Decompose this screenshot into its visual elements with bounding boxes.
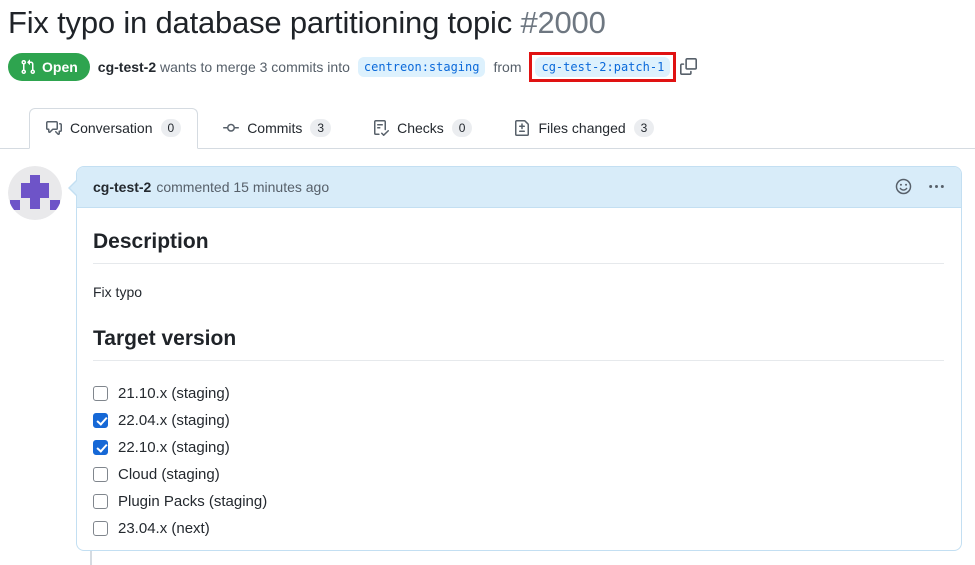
task-item[interactable]: Plugin Packs (staging) (93, 488, 944, 515)
version-checkbox-cloud[interactable] (93, 467, 108, 482)
comment-discussion-icon (46, 120, 62, 136)
pr-number: #2000 (520, 5, 605, 40)
pr-state-badge: Open (8, 53, 90, 81)
task-item[interactable]: 22.10.x (staging) (93, 434, 944, 461)
base-branch-label: centreon:staging (358, 57, 486, 77)
tab-commits[interactable]: Commits 3 (206, 108, 348, 149)
version-label: 22.10.x (staging) (118, 439, 230, 456)
timeline-line (90, 551, 92, 565)
description-text: Fix typo (93, 284, 944, 300)
pr-title-text: Fix typo in database partitioning topic (8, 5, 512, 40)
version-checkbox-22-10[interactable] (93, 440, 108, 455)
comment-options-button[interactable] (928, 178, 945, 195)
copy-icon (680, 58, 697, 75)
kebab-horizontal-icon (928, 178, 945, 195)
tab-conversation-count: 0 (161, 119, 182, 137)
head-branch-label: cg-test-2:patch-1 (535, 57, 670, 77)
version-checkbox-21-10[interactable] (93, 386, 108, 401)
tab-conversation[interactable]: Conversation 0 (29, 108, 198, 149)
version-checkbox-23-04[interactable] (93, 521, 108, 536)
task-item[interactable]: 22.04.x (staging) (93, 407, 944, 434)
smiley-icon (895, 178, 912, 195)
from-text: from (493, 59, 521, 75)
tab-files-changed-label: Files changed (538, 119, 625, 138)
version-checkbox-plugin-packs[interactable] (93, 494, 108, 509)
version-label: 21.10.x (staging) (118, 385, 230, 402)
comment-header-actions (895, 178, 945, 195)
avatar[interactable] (8, 166, 62, 220)
pr-action-text: wants to merge 3 commits into (160, 59, 350, 75)
task-item[interactable]: 21.10.x (staging) (93, 380, 944, 407)
pr-state-label: Open (42, 59, 78, 75)
tab-files-changed[interactable]: Files changed 3 (497, 108, 671, 149)
pr-author[interactable]: cg-test-2 (98, 59, 156, 75)
tab-checks-label: Checks (397, 119, 444, 138)
tab-checks[interactable]: Checks 0 (356, 108, 489, 149)
comment-timestamp: commented 15 minutes ago (156, 177, 329, 197)
checklist-icon (373, 120, 389, 136)
pr-title: Fix typo in database partitioning topic … (8, 4, 965, 43)
copy-branch-button[interactable] (680, 58, 697, 75)
comment-header: cg-test-2 commented 15 minutes ago (77, 167, 961, 208)
pr-tab-nav: Conversation 0 Commits 3 Checks 0 Files … (0, 107, 975, 149)
timeline: cg-test-2 commented 15 minutes ago (0, 166, 975, 551)
pr-meta-row: Open cg-test-2 wants to merge 3 commits … (8, 52, 965, 82)
version-label: 23.04.x (next) (118, 520, 210, 537)
tab-commits-count: 3 (310, 119, 331, 137)
tab-commits-label: Commits (247, 119, 302, 138)
pr-header: Fix typo in database partitioning topic … (0, 0, 975, 82)
tab-files-changed-count: 3 (634, 119, 655, 137)
task-item[interactable]: Cloud (staging) (93, 461, 944, 488)
tab-checks-count: 0 (452, 119, 473, 137)
target-version-heading: Target version (93, 327, 944, 361)
annotation-highlight-box: cg-test-2:patch-1 (529, 52, 676, 82)
version-label: 22.04.x (staging) (118, 412, 230, 429)
description-heading: Description (93, 230, 944, 264)
version-label: Plugin Packs (staging) (118, 493, 267, 510)
add-reaction-button[interactable] (895, 178, 912, 195)
comment-card: cg-test-2 commented 15 minutes ago (76, 166, 962, 551)
tab-conversation-label: Conversation (70, 119, 153, 138)
comment-author[interactable]: cg-test-2 (93, 177, 151, 197)
version-checkbox-22-04[interactable] (93, 413, 108, 428)
git-commit-icon (223, 120, 239, 136)
version-label: Cloud (staging) (118, 466, 220, 483)
file-diff-icon (514, 120, 530, 136)
target-version-list: 21.10.x (staging) 22.04.x (staging) 22.1… (93, 380, 944, 542)
task-item[interactable]: 23.04.x (next) (93, 515, 944, 542)
comment-body: Description Fix typo Target version 21.1… (77, 230, 961, 550)
git-pull-request-icon (20, 59, 36, 75)
